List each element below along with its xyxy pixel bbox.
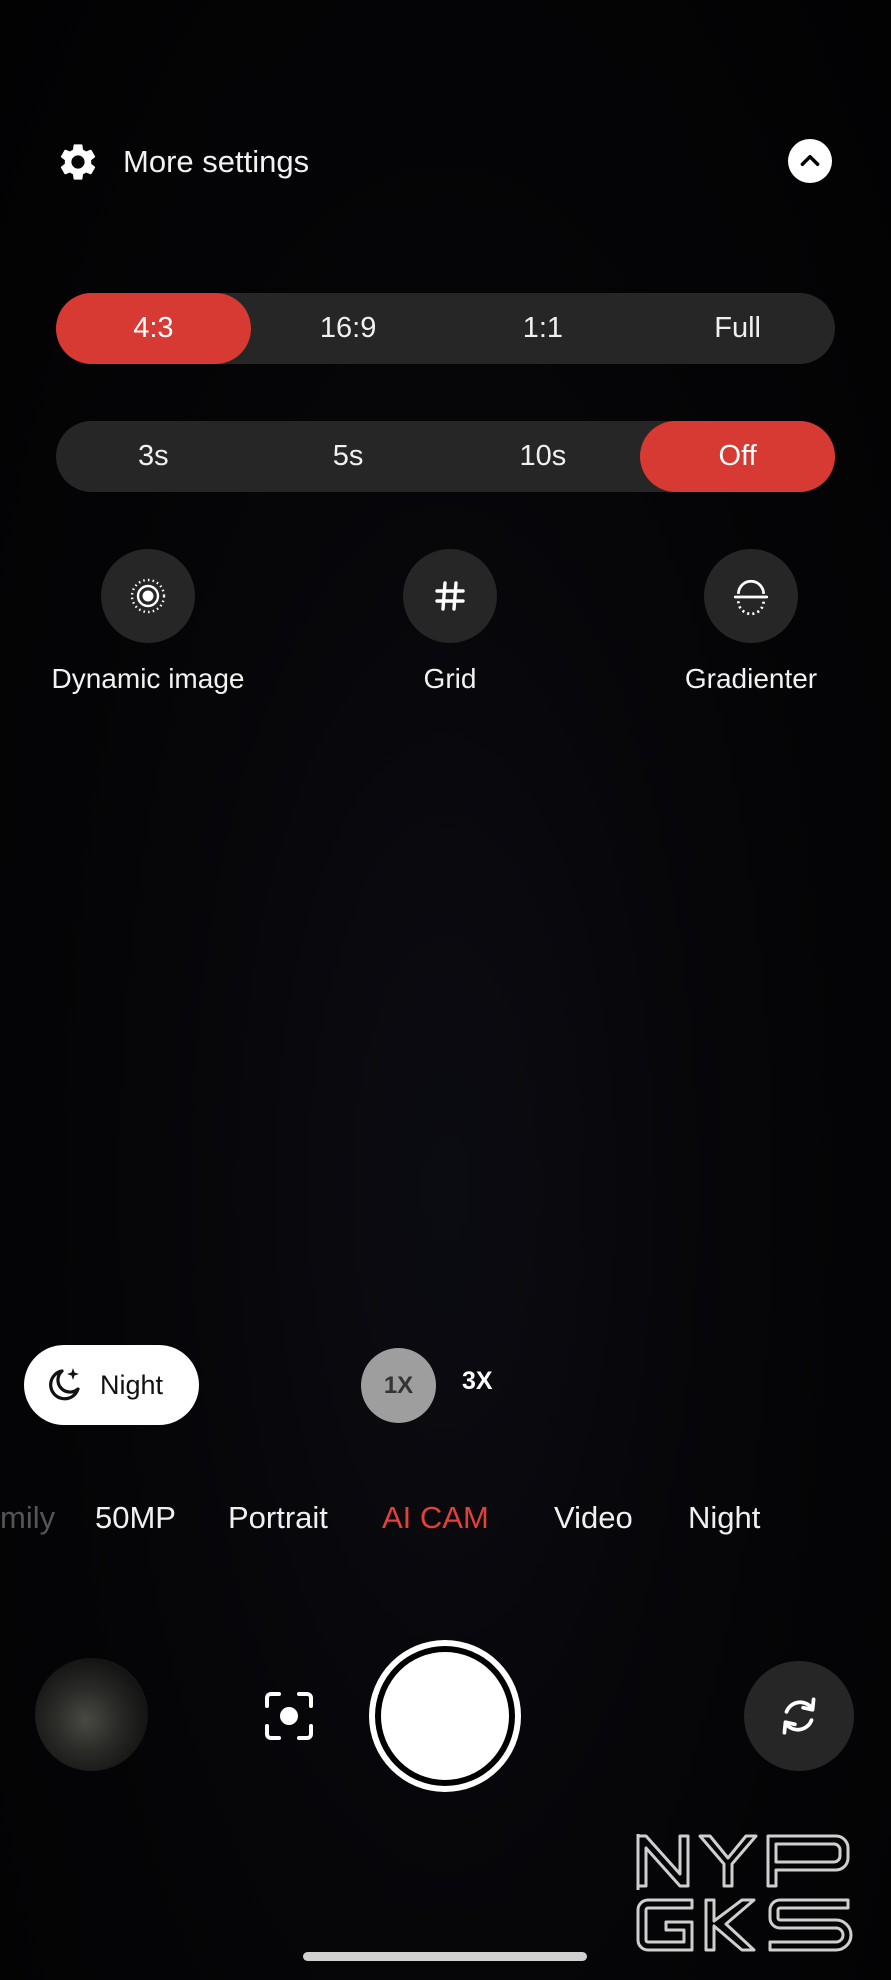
shutter-center[interactable]: [381, 1652, 509, 1780]
mode-video[interactable]: Video: [554, 1500, 633, 1536]
scan-focus-icon[interactable]: [263, 1690, 315, 1742]
timer-option-5s[interactable]: 5s: [251, 421, 446, 492]
dynamic-image-icon: [130, 578, 166, 614]
aspect-ratio-selector: 4:3 16:9 1:1 Full: [56, 293, 835, 364]
timer-option-10s[interactable]: 10s: [446, 421, 641, 492]
timer-option-3s[interactable]: 3s: [56, 421, 251, 492]
grid-toggle[interactable]: Grid: [350, 549, 550, 697]
switch-camera-icon: [782, 1697, 816, 1735]
zoom-3x-button[interactable]: 3X: [462, 1367, 493, 1396]
timer-selector: 3s 5s 10s Off: [56, 421, 835, 492]
level-icon: [733, 579, 769, 616]
aspect-option-4-3[interactable]: 4:3: [56, 293, 251, 364]
mode-portrait[interactable]: Portrait: [228, 1500, 328, 1536]
timer-option-off[interactable]: Off: [640, 421, 835, 492]
zoom-1x-button[interactable]: 1X: [361, 1348, 436, 1423]
gear-icon[interactable]: [56, 140, 100, 184]
aspect-option-full[interactable]: Full: [640, 293, 835, 364]
gradienter-label: Gradienter: [684, 663, 818, 694]
moon-sparkle-icon: [49, 1368, 80, 1401]
night-mode-toggle[interactable]: Night: [24, 1345, 199, 1425]
gallery-thumbnail[interactable]: [35, 1658, 148, 1771]
grid-label: Grid: [423, 663, 477, 694]
aspect-option-16-9[interactable]: 16:9: [251, 293, 446, 364]
grid-icon: [435, 581, 465, 611]
page-title: More settings: [123, 144, 310, 179]
chevron-up-icon: [800, 154, 820, 166]
switch-camera-button[interactable]: [744, 1661, 854, 1771]
mode-50mp[interactable]: 50MP: [95, 1500, 176, 1536]
mode-ai-cam[interactable]: AI CAM: [382, 1500, 489, 1536]
mode-night[interactable]: Night: [688, 1500, 760, 1536]
collapse-button[interactable]: [788, 139, 832, 183]
dynamic-image-label: Dynamic image: [51, 663, 245, 694]
aspect-option-1-1[interactable]: 1:1: [446, 293, 641, 364]
mode-family[interactable]: mily: [0, 1500, 55, 1536]
gradienter-toggle[interactable]: Gradienter: [651, 549, 851, 697]
home-indicator[interactable]: [303, 1952, 587, 1961]
nypgks-watermark-logo: [636, 1834, 853, 1952]
dynamic-image-toggle[interactable]: Dynamic image: [48, 549, 248, 697]
night-toggle-label: Night: [100, 1369, 164, 1400]
